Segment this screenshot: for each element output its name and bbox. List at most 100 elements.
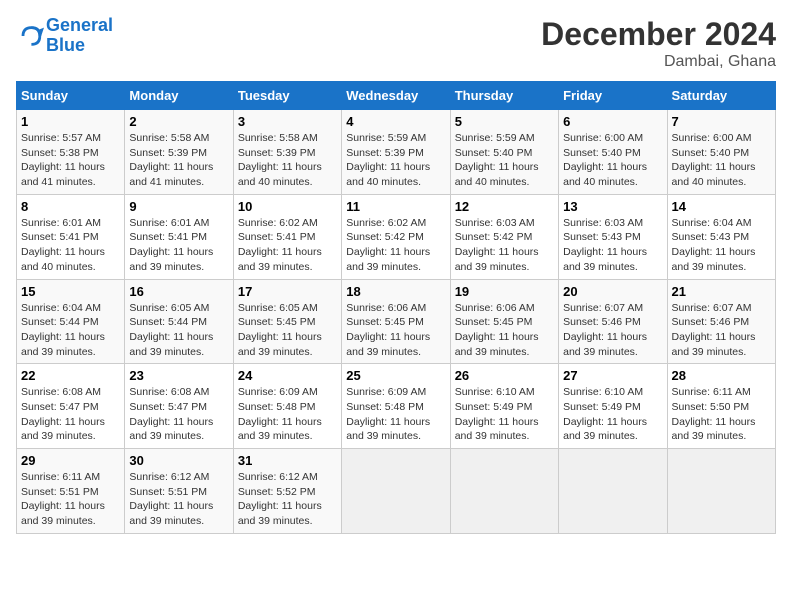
day-info: Sunrise: 6:12 AMSunset: 5:51 PMDaylight:… (129, 470, 228, 529)
calendar-week-row: 29Sunrise: 6:11 AMSunset: 5:51 PMDayligh… (17, 449, 776, 534)
day-number: 21 (672, 284, 771, 299)
day-number: 18 (346, 284, 445, 299)
day-number: 3 (238, 114, 337, 129)
page-title: December 2024 (541, 16, 776, 53)
day-number: 12 (455, 199, 554, 214)
day-number: 25 (346, 368, 445, 383)
calendar-cell: 16 Sunrise: 6:05 AMSunset: 5:44 PMDayligh… (125, 279, 233, 364)
calendar-cell: 1Sunrise: 5:57 AMSunset: 5:38 PMDaylight… (17, 110, 125, 195)
day-number: 11 (346, 199, 445, 214)
calendar-cell: 4 Sunrise: 5:59 AMSunset: 5:39 PMDaylight… (342, 110, 450, 195)
header-saturday: Saturday (667, 82, 775, 110)
day-info: Sunrise: 6:07 AMSunset: 5:46 PMDaylight:… (563, 301, 662, 360)
day-info: Sunrise: 6:03 AMSunset: 5:43 PMDaylight:… (563, 216, 662, 275)
day-number: 10 (238, 199, 337, 214)
day-number: 7 (672, 114, 771, 129)
calendar-cell: 30 Sunrise: 6:12 AMSunset: 5:51 PMDayligh… (125, 449, 233, 534)
header-monday: Monday (125, 82, 233, 110)
day-info: Sunrise: 6:05 AMSunset: 5:45 PMDaylight:… (238, 301, 337, 360)
calendar-cell: 5Sunrise: 5:59 AMSunset: 5:40 PMDaylight… (450, 110, 558, 195)
logo: General Blue (16, 16, 113, 56)
calendar-cell: 8 Sunrise: 6:01 AMSunset: 5:41 PMDaylight… (17, 194, 125, 279)
day-number: 16 (129, 284, 228, 299)
header-tuesday: Tuesday (233, 82, 341, 110)
day-info: Sunrise: 6:10 AMSunset: 5:49 PMDaylight:… (563, 385, 662, 444)
calendar-cell: 23 Sunrise: 6:08 AMSunset: 5:47 PMDayligh… (125, 364, 233, 449)
day-number: 2 (129, 114, 228, 129)
calendar-cell: 15Sunrise: 6:04 AMSunset: 5:44 PMDayligh… (17, 279, 125, 364)
day-number: 5 (455, 114, 554, 129)
calendar-cell: 3 Sunrise: 5:58 AMSunset: 5:39 PMDaylight… (233, 110, 341, 195)
day-info: Sunrise: 6:12 AMSunset: 5:52 PMDaylight:… (238, 470, 337, 529)
day-info: Sunrise: 6:08 AMSunset: 5:47 PMDaylight:… (129, 385, 228, 444)
calendar-cell: 7 Sunrise: 6:00 AMSunset: 5:40 PMDaylight… (667, 110, 775, 195)
day-info: Sunrise: 6:10 AMSunset: 5:49 PMDaylight:… (455, 385, 554, 444)
calendar-header-row: SundayMondayTuesdayWednesdayThursdayFrid… (17, 82, 776, 110)
header-friday: Friday (559, 82, 667, 110)
day-info: Sunrise: 6:05 AMSunset: 5:44 PMDaylight:… (129, 301, 228, 360)
day-info: Sunrise: 6:09 AMSunset: 5:48 PMDaylight:… (346, 385, 445, 444)
day-info: Sunrise: 6:01 AMSunset: 5:41 PMDaylight:… (21, 216, 120, 275)
day-info: Sunrise: 6:00 AMSunset: 5:40 PMDaylight:… (672, 131, 771, 190)
calendar-cell: 25 Sunrise: 6:09 AMSunset: 5:48 PMDayligh… (342, 364, 450, 449)
calendar-cell: 11Sunrise: 6:02 AMSunset: 5:42 PMDayligh… (342, 194, 450, 279)
day-info: Sunrise: 6:11 AMSunset: 5:51 PMDaylight:… (21, 470, 120, 529)
day-number: 14 (672, 199, 771, 214)
calendar-cell (667, 449, 775, 534)
day-number: 15 (21, 284, 120, 299)
calendar-cell: 27 Sunrise: 6:10 AMSunset: 5:49 PMDayligh… (559, 364, 667, 449)
day-number: 26 (455, 368, 554, 383)
day-info: Sunrise: 5:58 AMSunset: 5:39 PMDaylight:… (238, 131, 337, 190)
day-info: Sunrise: 6:01 AMSunset: 5:41 PMDaylight:… (129, 216, 228, 275)
day-number: 24 (238, 368, 337, 383)
day-info: Sunrise: 6:06 AMSunset: 5:45 PMDaylight:… (346, 301, 445, 360)
day-number: 30 (129, 453, 228, 468)
calendar-cell: 22Sunrise: 6:08 AMSunset: 5:47 PMDayligh… (17, 364, 125, 449)
logo-line2: Blue (46, 35, 85, 55)
calendar-cell (450, 449, 558, 534)
day-number: 9 (129, 199, 228, 214)
calendar-week-row: 1Sunrise: 5:57 AMSunset: 5:38 PMDaylight… (17, 110, 776, 195)
calendar-cell: 17 Sunrise: 6:05 AMSunset: 5:45 PMDayligh… (233, 279, 341, 364)
day-info: Sunrise: 6:04 AMSunset: 5:43 PMDaylight:… (672, 216, 771, 275)
day-number: 31 (238, 453, 337, 468)
day-number: 23 (129, 368, 228, 383)
day-number: 1 (21, 114, 120, 129)
calendar-cell: 21Sunrise: 6:07 AMSunset: 5:46 PMDayligh… (667, 279, 775, 364)
day-info: Sunrise: 6:11 AMSunset: 5:50 PMDaylight:… (672, 385, 771, 444)
title-block: December 2024 Dambai, Ghana (541, 16, 776, 71)
calendar-week-row: 22Sunrise: 6:08 AMSunset: 5:47 PMDayligh… (17, 364, 776, 449)
logo-line1: General (46, 15, 113, 35)
day-info: Sunrise: 6:03 AMSunset: 5:42 PMDaylight:… (455, 216, 554, 275)
header-wednesday: Wednesday (342, 82, 450, 110)
calendar-cell: 12 Sunrise: 6:03 AMSunset: 5:42 PMDayligh… (450, 194, 558, 279)
day-number: 6 (563, 114, 662, 129)
day-number: 17 (238, 284, 337, 299)
calendar-cell (559, 449, 667, 534)
header-thursday: Thursday (450, 82, 558, 110)
calendar-cell: 6 Sunrise: 6:00 AMSunset: 5:40 PMDaylight… (559, 110, 667, 195)
header-sunday: Sunday (17, 82, 125, 110)
calendar-cell: 20 Sunrise: 6:07 AMSunset: 5:46 PMDayligh… (559, 279, 667, 364)
calendar-cell: 14 Sunrise: 6:04 AMSunset: 5:43 PMDayligh… (667, 194, 775, 279)
day-info: Sunrise: 6:00 AMSunset: 5:40 PMDaylight:… (563, 131, 662, 190)
day-number: 27 (563, 368, 662, 383)
calendar-cell: 28 Sunrise: 6:11 AMSunset: 5:50 PMDayligh… (667, 364, 775, 449)
calendar-table: SundayMondayTuesdayWednesdayThursdayFrid… (16, 81, 776, 534)
calendar-cell: 10 Sunrise: 6:02 AMSunset: 5:41 PMDayligh… (233, 194, 341, 279)
day-number: 28 (672, 368, 771, 383)
calendar-cell: 9 Sunrise: 6:01 AMSunset: 5:41 PMDaylight… (125, 194, 233, 279)
calendar-cell: 13Sunrise: 6:03 AMSunset: 5:43 PMDayligh… (559, 194, 667, 279)
calendar-cell: 24 Sunrise: 6:09 AMSunset: 5:48 PMDayligh… (233, 364, 341, 449)
calendar-cell: 19Sunrise: 6:06 AMSunset: 5:45 PMDayligh… (450, 279, 558, 364)
day-number: 20 (563, 284, 662, 299)
page-header: General Blue December 2024 Dambai, Ghana (16, 16, 776, 71)
calendar-cell: 2Sunrise: 5:58 AMSunset: 5:39 PMDaylight… (125, 110, 233, 195)
day-info: Sunrise: 5:59 AMSunset: 5:39 PMDaylight:… (346, 131, 445, 190)
day-number: 8 (21, 199, 120, 214)
day-number: 4 (346, 114, 445, 129)
day-info: Sunrise: 6:02 AMSunset: 5:41 PMDaylight:… (238, 216, 337, 275)
calendar-cell: 26 Sunrise: 6:10 AMSunset: 5:49 PMDayligh… (450, 364, 558, 449)
day-info: Sunrise: 6:09 AMSunset: 5:48 PMDaylight:… (238, 385, 337, 444)
calendar-cell: 18 Sunrise: 6:06 AMSunset: 5:45 PMDayligh… (342, 279, 450, 364)
